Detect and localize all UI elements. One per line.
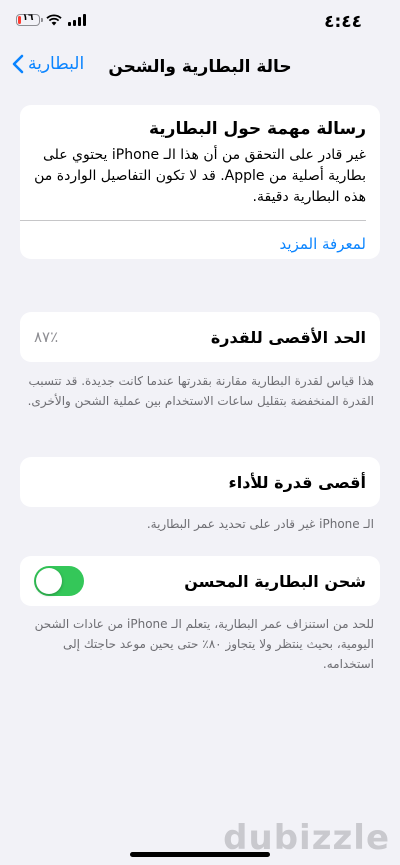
status-bar: ١٦ ٤:٤٤ (0, 0, 400, 44)
optimized-charging-footnote: للحد من استنزاف عمر البطارية، يتعلم الـ … (34, 617, 374, 671)
battery-percentage: ١٦ (22, 13, 34, 23)
peak-performance-footnote: الـ iPhone غير قادر على تحديد عمر البطار… (146, 517, 374, 531)
cellular-signal-icon (68, 14, 86, 26)
notice-body: غير قادر على التحقق من أن هذا الـ iPhone… (34, 147, 366, 205)
max-capacity-row: الحد الأقصى للقدرة ٪٨٧ (20, 312, 380, 362)
optimized-charging-card: شحن البطارية المحسن (20, 556, 380, 606)
page-title: حالة البطارية والشحن (108, 57, 292, 77)
peak-performance-label: أقصى قدرة للأداء (228, 472, 366, 492)
battery-notice-card: رسالة مهمة حول البطارية غير قادر على الت… (20, 105, 380, 259)
max-capacity-card: الحد الأقصى للقدرة ٪٨٧ (20, 312, 380, 362)
wifi-icon (46, 14, 62, 26)
status-icons: ١٦ (16, 13, 86, 26)
notice-title: رسالة مهمة حول البطارية (148, 119, 366, 139)
peak-performance-row: أقصى قدرة للأداء (20, 457, 380, 507)
navigation-bar: البطارية حالة البطارية والشحن (0, 48, 400, 88)
battery-icon: ١٦ (16, 13, 43, 26)
optimized-charging-row: شحن البطارية المحسن (20, 556, 380, 606)
max-capacity-value: ٪٨٧ (34, 328, 59, 346)
peak-performance-card: أقصى قدرة للأداء (20, 457, 380, 507)
status-time: ٤:٤٤ (324, 12, 362, 32)
learn-more-link[interactable]: لمعرفة المزيد (20, 221, 380, 259)
home-indicator[interactable] (130, 852, 270, 857)
max-capacity-label: الحد الأقصى للقدرة (210, 327, 366, 347)
optimized-charging-toggle[interactable] (34, 566, 84, 596)
toggle-knob (36, 568, 62, 594)
optimized-charging-label: شحن البطارية المحسن (184, 571, 366, 591)
max-capacity-footnote: هذا قياس لقدرة البطارية مقارنة بقدرتها ع… (27, 374, 374, 408)
